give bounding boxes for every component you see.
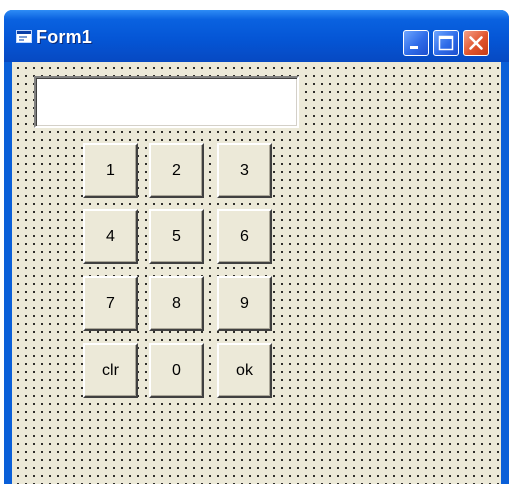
key-2-button[interactable]: 2: [149, 143, 204, 198]
maximize-icon: [438, 35, 454, 51]
key-1-button[interactable]: 1: [83, 143, 138, 198]
form-window: Form1 1 2 3 4 5 6 7 8 9 clr 0 ok: [4, 10, 509, 484]
form-icon: [16, 30, 32, 43]
minimize-button[interactable]: [403, 30, 429, 56]
maximize-button[interactable]: [433, 30, 459, 56]
key-9-button[interactable]: 9: [217, 276, 272, 331]
ok-button[interactable]: ok: [217, 343, 272, 398]
key-0-button[interactable]: 0: [149, 343, 204, 398]
key-6-button[interactable]: 6: [217, 209, 272, 264]
key-5-button[interactable]: 5: [149, 209, 204, 264]
window-title: Form1: [36, 27, 93, 47]
key-8-button[interactable]: 8: [149, 276, 204, 331]
clear-button[interactable]: clr: [83, 343, 138, 398]
key-3-button[interactable]: 3: [217, 143, 272, 198]
title-bar[interactable]: Form1: [4, 10, 509, 62]
key-7-button[interactable]: 7: [83, 276, 138, 331]
close-button[interactable]: [463, 30, 489, 56]
close-icon: [469, 36, 483, 50]
display-textbox[interactable]: [34, 76, 299, 128]
minimize-icon: [410, 46, 418, 49]
form-client-area: 1 2 3 4 5 6 7 8 9 clr 0 ok: [12, 62, 501, 484]
key-4-button[interactable]: 4: [83, 209, 138, 264]
